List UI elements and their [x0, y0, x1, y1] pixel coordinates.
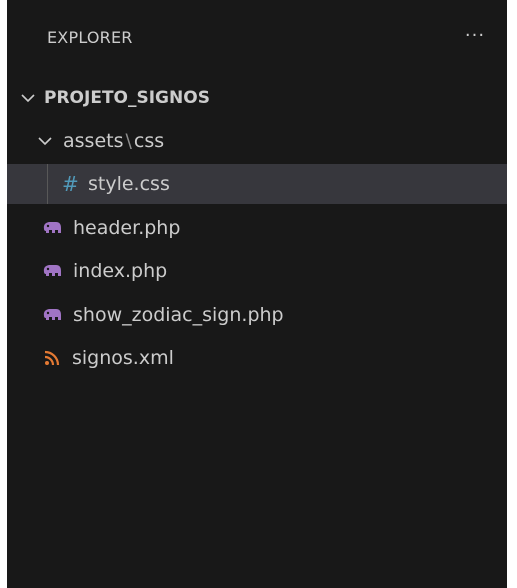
folder-label-parent: assets: [63, 130, 124, 152]
rss-icon: [44, 350, 60, 366]
hash-icon: #: [62, 172, 79, 196]
file-label: signos.xml: [72, 347, 174, 369]
file-label: header.php: [73, 217, 181, 239]
file-style-css[interactable]: # style.css: [7, 164, 507, 204]
php-elephant-icon: [43, 265, 61, 276]
file-signos-xml[interactable]: signos.xml: [7, 338, 507, 378]
explorer-panel: EXPLORER ··· PROJETO_SIGNOS assets \ css…: [7, 0, 507, 588]
php-elephant-icon: [43, 309, 61, 320]
folder-label-child: css: [133, 130, 165, 152]
file-label: index.php: [73, 260, 168, 282]
indent-guide: [47, 164, 48, 204]
explorer-header: EXPLORER ···: [7, 0, 507, 78]
php-elephant-icon: [43, 222, 61, 233]
file-index-php[interactable]: index.php: [7, 251, 507, 291]
path-separator: \: [125, 130, 132, 152]
folder-assets-css[interactable]: assets \ css: [7, 121, 507, 161]
folder-label: PROJETO_SIGNOS: [44, 88, 210, 108]
chevron-down-icon: [21, 94, 35, 103]
file-label: show_zodiac_sign.php: [73, 304, 284, 326]
chevron-down-icon: [38, 137, 52, 146]
folder-projeto-signos[interactable]: PROJETO_SIGNOS: [7, 78, 507, 118]
more-actions-icon[interactable]: ···: [457, 24, 493, 48]
explorer-title: EXPLORER: [47, 28, 133, 47]
file-label: style.css: [88, 173, 170, 195]
file-header-php[interactable]: header.php: [7, 208, 507, 248]
file-show-zodiac-sign-php[interactable]: show_zodiac_sign.php: [7, 295, 507, 335]
